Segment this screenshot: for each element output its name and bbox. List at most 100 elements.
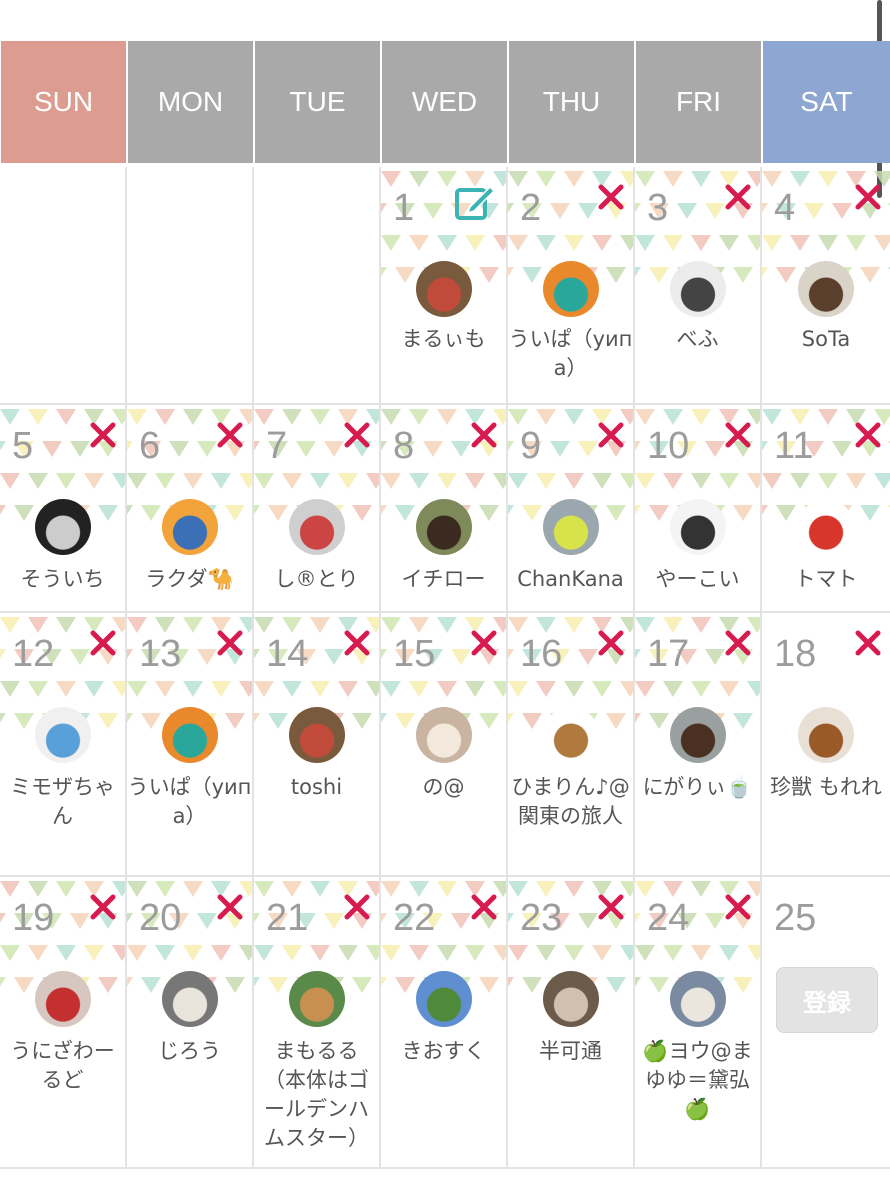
day-cell-11[interactable]: 11 トマト bbox=[762, 405, 890, 611]
day-cell-6[interactable]: 6 ラクダ🐪 bbox=[127, 405, 254, 611]
user-name[interactable]: トマト bbox=[762, 565, 890, 594]
day-cell-16[interactable]: 16 ひまりん♪@関東の旅人 bbox=[508, 613, 635, 875]
delete-x-icon[interactable] bbox=[343, 629, 371, 657]
delete-x-icon[interactable] bbox=[724, 893, 752, 921]
user-name[interactable]: やーこい bbox=[635, 565, 760, 594]
day-cell-4[interactable]: 4 SoTa bbox=[762, 167, 890, 403]
delete-x-icon[interactable] bbox=[724, 629, 752, 657]
user-avatar[interactable] bbox=[34, 499, 91, 555]
user-name[interactable]: ひまりん♪@関東の旅人 bbox=[508, 773, 633, 831]
user-avatar[interactable] bbox=[669, 261, 726, 317]
week-row: 19 うにざわーるど 20 じろう 21 まもるる（本体はゴールデンハムスター） 22 きおす… bbox=[0, 877, 890, 1169]
day-cell-9[interactable]: 9 ChanKana bbox=[508, 405, 635, 611]
delete-x-icon[interactable] bbox=[216, 421, 244, 449]
delete-x-icon[interactable] bbox=[470, 629, 498, 657]
day-cell-25[interactable]: 25 登録 bbox=[762, 877, 890, 1167]
delete-x-icon[interactable] bbox=[724, 183, 752, 211]
user-avatar[interactable] bbox=[288, 499, 345, 555]
delete-x-icon[interactable] bbox=[89, 421, 117, 449]
day-cell-1[interactable]: 1 まるぃも bbox=[381, 167, 508, 403]
day-cell-12[interactable]: 12 ミモザちゃん bbox=[0, 613, 127, 875]
user-avatar[interactable] bbox=[669, 499, 726, 555]
user-name[interactable]: べふ bbox=[635, 325, 760, 354]
user-name[interactable]: の@ bbox=[381, 773, 506, 802]
day-cell-8[interactable]: 8 イチロー bbox=[381, 405, 508, 611]
register-button[interactable]: 登録 bbox=[776, 967, 878, 1033]
user-avatar[interactable] bbox=[34, 971, 91, 1027]
user-avatar[interactable] bbox=[669, 971, 726, 1027]
day-cell-7[interactable]: 7 し®とり bbox=[254, 405, 381, 611]
day-cell-3[interactable]: 3 べふ bbox=[635, 167, 762, 403]
delete-x-icon[interactable] bbox=[597, 421, 625, 449]
delete-x-icon[interactable] bbox=[724, 421, 752, 449]
delete-x-icon[interactable] bbox=[597, 183, 625, 211]
user-name[interactable]: SoTa bbox=[762, 325, 890, 354]
day-cell-24[interactable]: 24 🍏ヨウ@まゆゆ＝黛弘🍏 bbox=[635, 877, 762, 1167]
user-avatar[interactable] bbox=[542, 707, 599, 763]
user-avatar[interactable] bbox=[34, 707, 91, 763]
user-avatar[interactable] bbox=[542, 261, 599, 317]
user-avatar[interactable] bbox=[798, 499, 854, 555]
user-name[interactable]: うにざわーるど bbox=[0, 1037, 125, 1095]
user-avatar[interactable] bbox=[161, 499, 218, 555]
user-avatar[interactable] bbox=[669, 707, 726, 763]
user-avatar[interactable] bbox=[288, 707, 345, 763]
user-avatar[interactable] bbox=[161, 707, 218, 763]
edit-icon[interactable] bbox=[454, 181, 496, 223]
user-name[interactable]: ミモザちゃん bbox=[0, 773, 125, 831]
delete-x-icon[interactable] bbox=[597, 893, 625, 921]
user-name[interactable]: まるぃも bbox=[381, 325, 506, 354]
delete-x-icon[interactable] bbox=[343, 893, 371, 921]
user-avatar[interactable] bbox=[798, 707, 854, 763]
user-avatar[interactable] bbox=[415, 971, 472, 1027]
delete-x-icon[interactable] bbox=[89, 629, 117, 657]
user-name[interactable]: じろう bbox=[127, 1037, 252, 1066]
delete-x-icon[interactable] bbox=[854, 183, 882, 211]
delete-x-icon[interactable] bbox=[470, 893, 498, 921]
user-name[interactable]: ういぱ（уипа） bbox=[127, 773, 252, 831]
user-avatar[interactable] bbox=[415, 707, 472, 763]
day-cell-2[interactable]: 2 ういぱ（уипа） bbox=[508, 167, 635, 403]
user-avatar[interactable] bbox=[288, 971, 345, 1027]
delete-x-icon[interactable] bbox=[597, 629, 625, 657]
user-name[interactable]: イチロー bbox=[381, 565, 506, 594]
user-avatar[interactable] bbox=[415, 261, 472, 317]
day-cell-20[interactable]: 20 じろう bbox=[127, 877, 254, 1167]
user-avatar[interactable] bbox=[161, 971, 218, 1027]
user-name[interactable]: まもるる（本体はゴールデンハムスター） bbox=[254, 1037, 379, 1153]
day-cell-15[interactable]: 15 の@ bbox=[381, 613, 508, 875]
user-name[interactable]: ラクダ🐪 bbox=[127, 565, 252, 594]
user-name[interactable]: 珍獣 もれれ bbox=[762, 773, 890, 802]
day-cell-13[interactable]: 13 ういぱ（уипа） bbox=[127, 613, 254, 875]
delete-x-icon[interactable] bbox=[216, 629, 244, 657]
day-cell-22[interactable]: 22 きおすく bbox=[381, 877, 508, 1167]
user-name[interactable]: にがりぃ🍵 bbox=[635, 773, 760, 802]
user-name[interactable]: toshi bbox=[254, 773, 379, 802]
day-number: 1 bbox=[393, 187, 415, 229]
user-name[interactable]: 半可通 bbox=[508, 1037, 633, 1066]
day-cell-14[interactable]: 14 toshi bbox=[254, 613, 381, 875]
day-cell-10[interactable]: 10 やーこい bbox=[635, 405, 762, 611]
delete-x-icon[interactable] bbox=[216, 893, 244, 921]
day-cell-21[interactable]: 21 まもるる（本体はゴールデンハムスター） bbox=[254, 877, 381, 1167]
user-name[interactable]: ういぱ（уипа） bbox=[508, 325, 633, 383]
user-name[interactable]: し®とり bbox=[254, 565, 379, 594]
user-avatar[interactable] bbox=[542, 971, 599, 1027]
delete-x-icon[interactable] bbox=[89, 893, 117, 921]
user-name[interactable]: きおすく bbox=[381, 1037, 506, 1066]
user-name[interactable]: 🍏ヨウ@まゆゆ＝黛弘🍏 bbox=[635, 1037, 760, 1124]
delete-x-icon[interactable] bbox=[470, 421, 498, 449]
user-avatar[interactable] bbox=[798, 261, 854, 317]
user-avatar[interactable] bbox=[415, 499, 472, 555]
user-name[interactable]: そういち bbox=[0, 565, 125, 594]
delete-x-icon[interactable] bbox=[854, 421, 882, 449]
day-cell-18[interactable]: 18 珍獣 もれれ bbox=[762, 613, 890, 875]
day-cell-19[interactable]: 19 うにざわーるど bbox=[0, 877, 127, 1167]
day-cell-5[interactable]: 5 そういち bbox=[0, 405, 127, 611]
user-avatar[interactable] bbox=[542, 499, 599, 555]
delete-x-icon[interactable] bbox=[343, 421, 371, 449]
day-cell-23[interactable]: 23 半可通 bbox=[508, 877, 635, 1167]
user-name[interactable]: ChanKana bbox=[508, 565, 633, 594]
delete-x-icon[interactable] bbox=[854, 629, 882, 657]
day-cell-17[interactable]: 17 にがりぃ🍵 bbox=[635, 613, 762, 875]
